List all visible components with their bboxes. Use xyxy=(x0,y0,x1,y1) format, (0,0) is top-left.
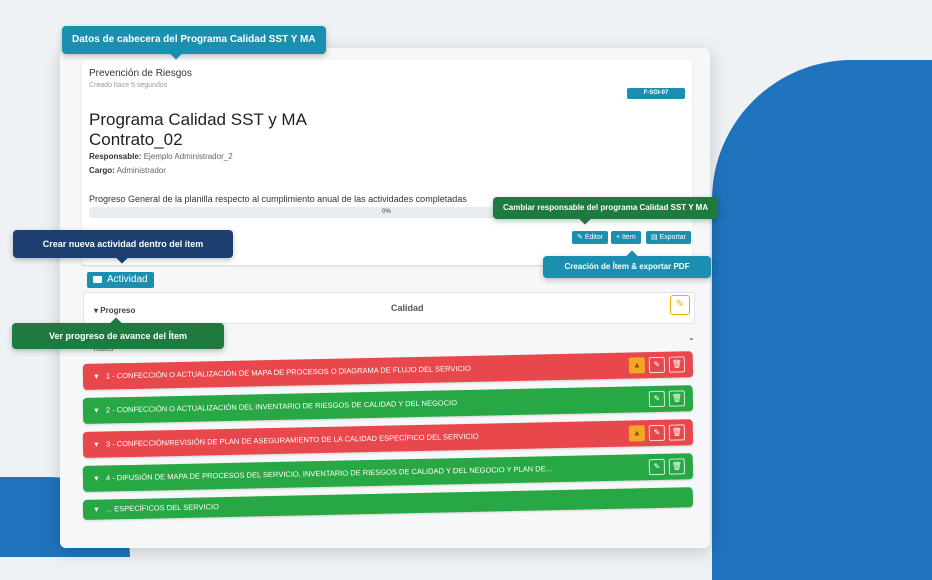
export-button-label: Exportar xyxy=(659,234,687,241)
cargo-value: Administrador xyxy=(116,166,166,175)
responsable-row: Responsable: Ejemplo Administrador_2 xyxy=(89,152,233,161)
edit-icon[interactable]: ✎ xyxy=(648,390,666,408)
caret-down-icon[interactable]: ▼ xyxy=(93,399,100,425)
title-line-1: Programa Calidad SST y MA xyxy=(89,110,307,129)
file-icon: ▤ xyxy=(651,234,660,241)
document-code-badge: F-SGI-07 xyxy=(627,88,685,99)
add-activity-button[interactable]: Actividad xyxy=(87,272,154,288)
chevron-down-icon[interactable]: ⌄ xyxy=(688,333,695,342)
edit-icon[interactable]: ✎ xyxy=(648,424,666,442)
progress-description: Progreso General de la planilla respecto… xyxy=(89,194,467,204)
item-label: 3 - CONFECCIÓN/REVISIÓN DE PLAN DE ASEGU… xyxy=(105,431,479,449)
row-actions: ▲ ✎ 🗑 xyxy=(628,356,686,374)
callout-new-activity: Crear nueva actividad dentro del ítem xyxy=(13,230,233,258)
created-timestamp: Creado hace 5 segundos xyxy=(89,82,168,89)
trash-icon[interactable]: 🗑 xyxy=(668,390,686,407)
responsable-label: Responsable: xyxy=(89,152,142,161)
add-item-button[interactable]: + Item xyxy=(611,231,641,244)
warning-icon[interactable]: ▲ xyxy=(628,425,646,442)
folder-icon xyxy=(93,276,102,283)
edit-icon[interactable]: ✎ xyxy=(648,356,666,374)
progress-toggle[interactable]: ▾ Progreso xyxy=(94,306,135,315)
add-item-label: + Item xyxy=(616,234,636,241)
callout-header-data: Datos de cabecera del Programa Calidad S… xyxy=(62,26,326,54)
cargo-label: Cargo: xyxy=(89,166,115,175)
page-title: Programa Calidad SST y MA Contrato_02 xyxy=(89,110,307,150)
warning-icon[interactable]: ▲ xyxy=(628,357,646,374)
caret-down-icon[interactable]: ▼ xyxy=(93,501,100,521)
trash-icon[interactable]: 🗑 xyxy=(668,458,686,475)
item-label: 4 - DIFUSIÓN DE MAPA DE PROCESOS DEL SER… xyxy=(105,464,553,483)
row-actions: ▲ ✎ 🗑 xyxy=(628,424,686,442)
add-activity-label: Actividad xyxy=(107,274,148,285)
row-actions: ✎ 🗑 xyxy=(648,458,686,476)
pencil-icon: ✎ xyxy=(577,234,585,241)
cargo-row: Cargo: Administrador xyxy=(89,166,166,175)
edit-category-button[interactable]: ✎ xyxy=(670,295,690,315)
progress-toggle-label: Progreso xyxy=(100,306,136,315)
category-heading: Calidad xyxy=(391,303,424,313)
program-category: Prevención de Riesgos xyxy=(89,68,192,79)
callout-item-export: Creación de Ítem & exportar PDF xyxy=(543,256,711,278)
item-label: 2 - CONFECCIÓN O ACTUALIZACIÓN DEL INVEN… xyxy=(105,398,458,415)
title-line-2: Contrato_02 xyxy=(89,130,183,149)
editor-button-label: Editor xyxy=(584,234,604,241)
callout-item-progress: Ver progreso de avance del Ítem xyxy=(12,323,224,349)
edit-icon: ✎ xyxy=(675,299,685,310)
background-shape xyxy=(712,60,932,580)
caret-down-icon[interactable]: ▼ xyxy=(93,365,100,391)
trash-icon[interactable]: 🗑 xyxy=(668,424,686,441)
caret-down-icon[interactable]: ▼ xyxy=(93,467,100,493)
item-label: ... ESPECÍFICOS DEL SERVICIO xyxy=(105,502,219,514)
edit-icon[interactable]: ✎ xyxy=(648,458,666,476)
caret-down-icon[interactable]: ▼ xyxy=(93,433,100,459)
progress-percent: 0% xyxy=(382,209,391,215)
callout-change-owner: Cambiar responsable del programa Calidad… xyxy=(493,197,719,219)
row-actions: ✎ 🗑 xyxy=(648,390,686,408)
editor-button[interactable]: ✎ Editor xyxy=(572,231,609,244)
item-label: 1 - CONFECCIÓN O ACTUALIZACIÓN DE MAPA D… xyxy=(105,363,471,381)
responsable-value: Ejemplo Administrador_2 xyxy=(143,152,233,161)
trash-icon[interactable]: 🗑 xyxy=(668,356,686,373)
filter-card xyxy=(83,292,695,324)
export-button[interactable]: ▤ Exportar xyxy=(646,231,692,244)
